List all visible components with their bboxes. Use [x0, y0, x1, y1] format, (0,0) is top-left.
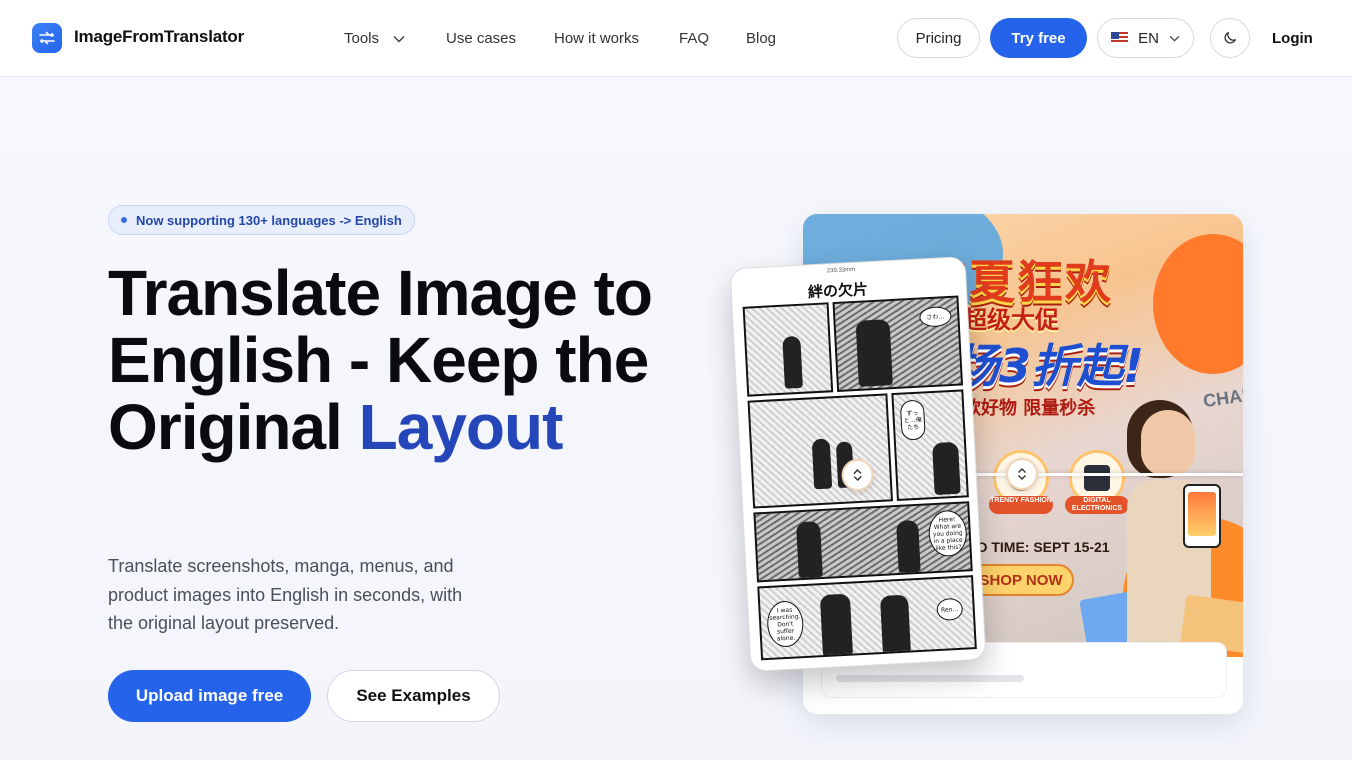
see-examples-button[interactable]: See Examples [327, 670, 500, 722]
theme-toggle-button[interactable] [1210, 18, 1250, 58]
store-sign: CHANEL [1201, 380, 1243, 412]
manga-title: 絆の欠片 [807, 280, 869, 302]
moon-icon [1224, 32, 1236, 44]
decor-shape [1153, 234, 1243, 374]
up-down-arrows-icon [853, 469, 862, 482]
us-flag-icon [1111, 32, 1129, 44]
language-label: EN [1138, 29, 1159, 47]
speech-bubble: Here! What are you doing in a place like… [927, 509, 968, 558]
brand-name[interactable]: ImageFromTranslator [74, 27, 244, 47]
pricing-button[interactable]: Pricing [897, 18, 980, 58]
manga-panel: Here! What are you doing in a place like… [753, 501, 973, 583]
promo-dates: ED TIME: SEPT 15-21 [968, 539, 1110, 555]
badge-text: Now supporting 130+ languages -> English [136, 212, 402, 228]
announcement-badge: Now supporting 130+ languages -> English [108, 205, 415, 235]
manga-panel: さわ… [832, 295, 964, 392]
speech-bubble: I was searching. Don't suffer alone. [766, 600, 805, 648]
speech-bubble: ずっと…俺たち [899, 399, 926, 441]
manga-panel [742, 302, 834, 397]
nav-tools-label: Tools [344, 30, 380, 47]
headline-accent: Layout [358, 391, 564, 463]
promo-title-line4: 款好物 限量秒杀 [963, 398, 1096, 419]
category-fashion-label: TRENDY FASHION [989, 496, 1053, 514]
chevron-down-icon [1169, 35, 1180, 42]
try-free-button[interactable]: Try free [990, 18, 1087, 58]
dot-icon [121, 217, 127, 223]
nav-how-it-works[interactable]: How it works [554, 30, 639, 47]
speech-bubble: さわ… [918, 305, 952, 328]
login-link[interactable]: Login [1272, 30, 1313, 47]
chevron-down-icon [393, 36, 405, 43]
manga-size-label: 239.33mm [826, 266, 856, 275]
phone-icon [1183, 484, 1221, 548]
nav-use-cases[interactable]: Use cases [446, 30, 516, 47]
nav-blog[interactable]: Blog [746, 30, 776, 47]
shop-now-badge: SHOP NOW [968, 564, 1074, 596]
manga-preview-card: 239.33mm 絆の欠片 さわ… ずっと…俺たち Here! What are… [729, 256, 987, 672]
manga-panel [747, 393, 893, 509]
up-down-arrows-icon [1018, 468, 1026, 480]
promo-title-line3: 场3折起! [953, 339, 1144, 393]
logo-icon[interactable] [32, 23, 62, 53]
nav-faq[interactable]: FAQ [679, 30, 709, 47]
page-title: Translate Image to English - Keep the Or… [108, 260, 668, 461]
skeleton-bar [836, 675, 1024, 682]
nav-tools[interactable]: Tools [344, 30, 405, 47]
language-selector[interactable]: EN [1097, 18, 1194, 58]
speech-bubble: Ren… [936, 597, 964, 622]
upload-image-button[interactable]: Upload image free [108, 670, 311, 722]
manga-panel: I was searching. Don't suffer alone. Ren… [757, 575, 977, 661]
category-electronics-label: DIGITAL ELECTRONICS [1065, 496, 1129, 514]
top-navigation-bar: ImageFromTranslator Tools Use cases How … [0, 0, 1352, 77]
hero-subcopy: Translate screenshots, manga, menus, and… [108, 556, 463, 633]
manga-panel: ずっと…俺たち [891, 389, 969, 502]
compare-slider-handle[interactable] [1006, 458, 1038, 490]
